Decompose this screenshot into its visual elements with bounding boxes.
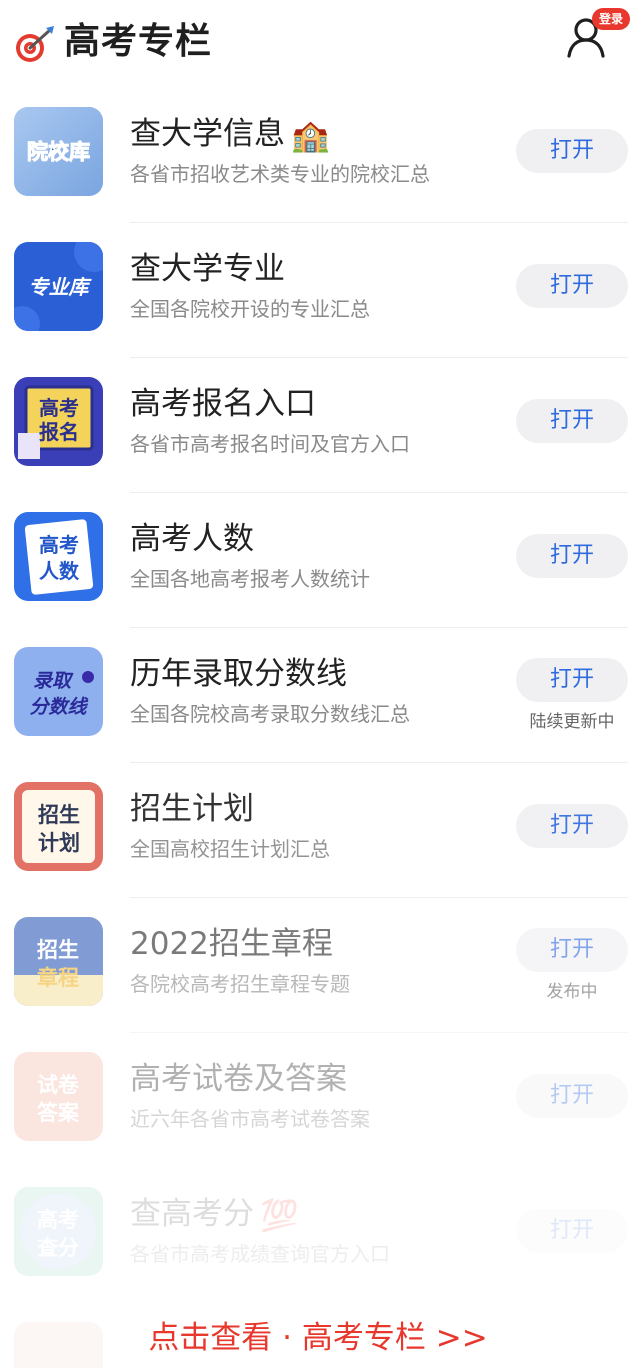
score-query-thumbnail: 高考 查分 — [14, 1187, 103, 1276]
status-note: 陆续更新中 — [529, 712, 615, 732]
item-description: 全国各院校高考录取分数线汇总 — [130, 702, 410, 726]
item-title: 高考试卷及答案 — [130, 1061, 347, 1097]
thumb-text: 分数线 — [29, 696, 88, 718]
thumb-text: 高考 — [39, 396, 79, 420]
thumb-text: 高考 — [39, 533, 79, 557]
cutoff-scores-thumbnail: 录取 分数线 — [14, 647, 103, 736]
item-description: 各院校高考招生章程专题 — [130, 972, 350, 996]
item-title: 招生计划 — [130, 791, 254, 827]
thumb-text: 招生 — [37, 938, 79, 962]
header: 高考专栏 登录 — [0, 0, 636, 88]
open-button[interactable]: 打开 — [516, 928, 628, 972]
thumb-text: 高考 — [37, 1208, 79, 1232]
list-item-exam-takers[interactable]: 高考 人数 高考人数 全国各地高考报考人数统计 打开 — [0, 493, 636, 628]
exam-papers-thumbnail: 试卷 答案 — [14, 1052, 103, 1141]
open-button[interactable]: 打开 — [516, 804, 628, 848]
thumb-text: 人数 — [39, 559, 80, 583]
item-title: 高考人数 — [130, 521, 254, 557]
open-button[interactable]: 打开 — [516, 399, 628, 443]
open-button[interactable]: 打开 — [516, 1209, 628, 1253]
major-db-thumbnail: 专业库 — [14, 242, 103, 331]
item-title: 查高考分 💯 — [130, 1196, 299, 1234]
item-description: 各省市高考报名时间及官方入口 — [130, 432, 410, 456]
college-db-thumbnail: 院校库 — [14, 107, 103, 196]
item-description: 全国各地高考报考人数统计 — [130, 567, 370, 591]
thumb-text: 章程 — [37, 966, 79, 990]
list-item-score-query[interactable]: 高考 查分 查高考分 💯 各省市高考成绩查询官方入口 打开 — [0, 1168, 636, 1303]
thumb-text: 专业库 — [29, 275, 93, 299]
item-title: 历年录取分数线 — [130, 656, 347, 692]
open-button[interactable]: 打开 — [516, 534, 628, 578]
list-item-admission-rules[interactable]: 招生 章程 2022招生章程 各院校高考招生章程专题 打开 发布中 — [0, 898, 636, 1033]
list-item-enrollment-plan[interactable]: 招生 计划 招生计划 全国高校招生计划汇总 打开 — [0, 763, 636, 898]
status-note: 发布中 — [546, 982, 598, 1002]
list-item-major-info[interactable]: 专业库 查大学专业 全国各院校开设的专业汇总 打开 — [0, 223, 636, 358]
list-item-registration[interactable]: 高考 报名 高考报名入口 各省市高考报名时间及官方入口 打开 — [0, 358, 636, 493]
open-button[interactable]: 打开 — [516, 1074, 628, 1118]
thumb-text: 招生 — [38, 803, 80, 827]
view-column-link[interactable]: 点击查看 · 高考专栏 >> — [0, 1316, 636, 1360]
login-badge[interactable]: 登录 — [592, 8, 631, 30]
open-button[interactable]: 打开 — [516, 658, 628, 702]
list-item-cutoff-scores[interactable]: 录取 分数线 历年录取分数线 全国各院校高考录取分数线汇总 打开 陆续更新中 — [0, 628, 636, 763]
admission-rules-thumbnail: 招生 章程 — [14, 917, 103, 1006]
item-title: 高考报名入口 — [130, 386, 316, 422]
item-description: 各省市招收艺术类专业的院校汇总 — [130, 162, 430, 186]
thumb-text: 查分 — [37, 1236, 79, 1260]
item-description: 近六年各省市高考试卷答案 — [130, 1107, 370, 1131]
list-item-college-info[interactable]: 院校库 查大学信息 🏫 各省市招收艺术类专业的院校汇总 打开 — [0, 88, 636, 223]
thumb-text: 试卷 — [37, 1073, 80, 1097]
item-title: 查大学专业 — [130, 251, 285, 287]
registration-thumbnail: 高考 报名 — [14, 377, 103, 466]
item-description: 全国高校招生计划汇总 — [130, 837, 330, 861]
thumb-text: 报名 — [39, 420, 79, 444]
dart-target-icon — [16, 26, 54, 62]
hundred-points-emoji-icon: 💯 — [260, 1197, 299, 1234]
exam-takers-thumbnail: 高考 人数 — [14, 512, 103, 601]
page-title: 高考专栏 — [64, 21, 213, 62]
footer: 点击查看 · 高考专栏 >> — [0, 1300, 636, 1368]
thumb-text: 答案 — [37, 1101, 80, 1125]
item-description: 全国各院校开设的专业汇总 — [130, 297, 370, 321]
enrollment-plan-thumbnail: 招生 计划 — [14, 782, 103, 871]
list-item-exam-papers[interactable]: 试卷 答案 高考试卷及答案 近六年各省市高考试卷答案 打开 — [0, 1033, 636, 1168]
item-description: 各省市高考成绩查询官方入口 — [130, 1242, 390, 1266]
open-button[interactable]: 打开 — [516, 264, 628, 308]
open-button[interactable]: 打开 — [516, 129, 628, 173]
thumb-text: 计划 — [38, 831, 80, 855]
thumb-text: 录取 — [33, 670, 74, 692]
thumb-text: 院校库 — [27, 140, 90, 164]
item-title: 2022招生章程 — [130, 926, 333, 962]
item-title: 查大学信息 🏫 — [130, 116, 330, 154]
school-emoji-icon: 🏫 — [291, 117, 330, 154]
